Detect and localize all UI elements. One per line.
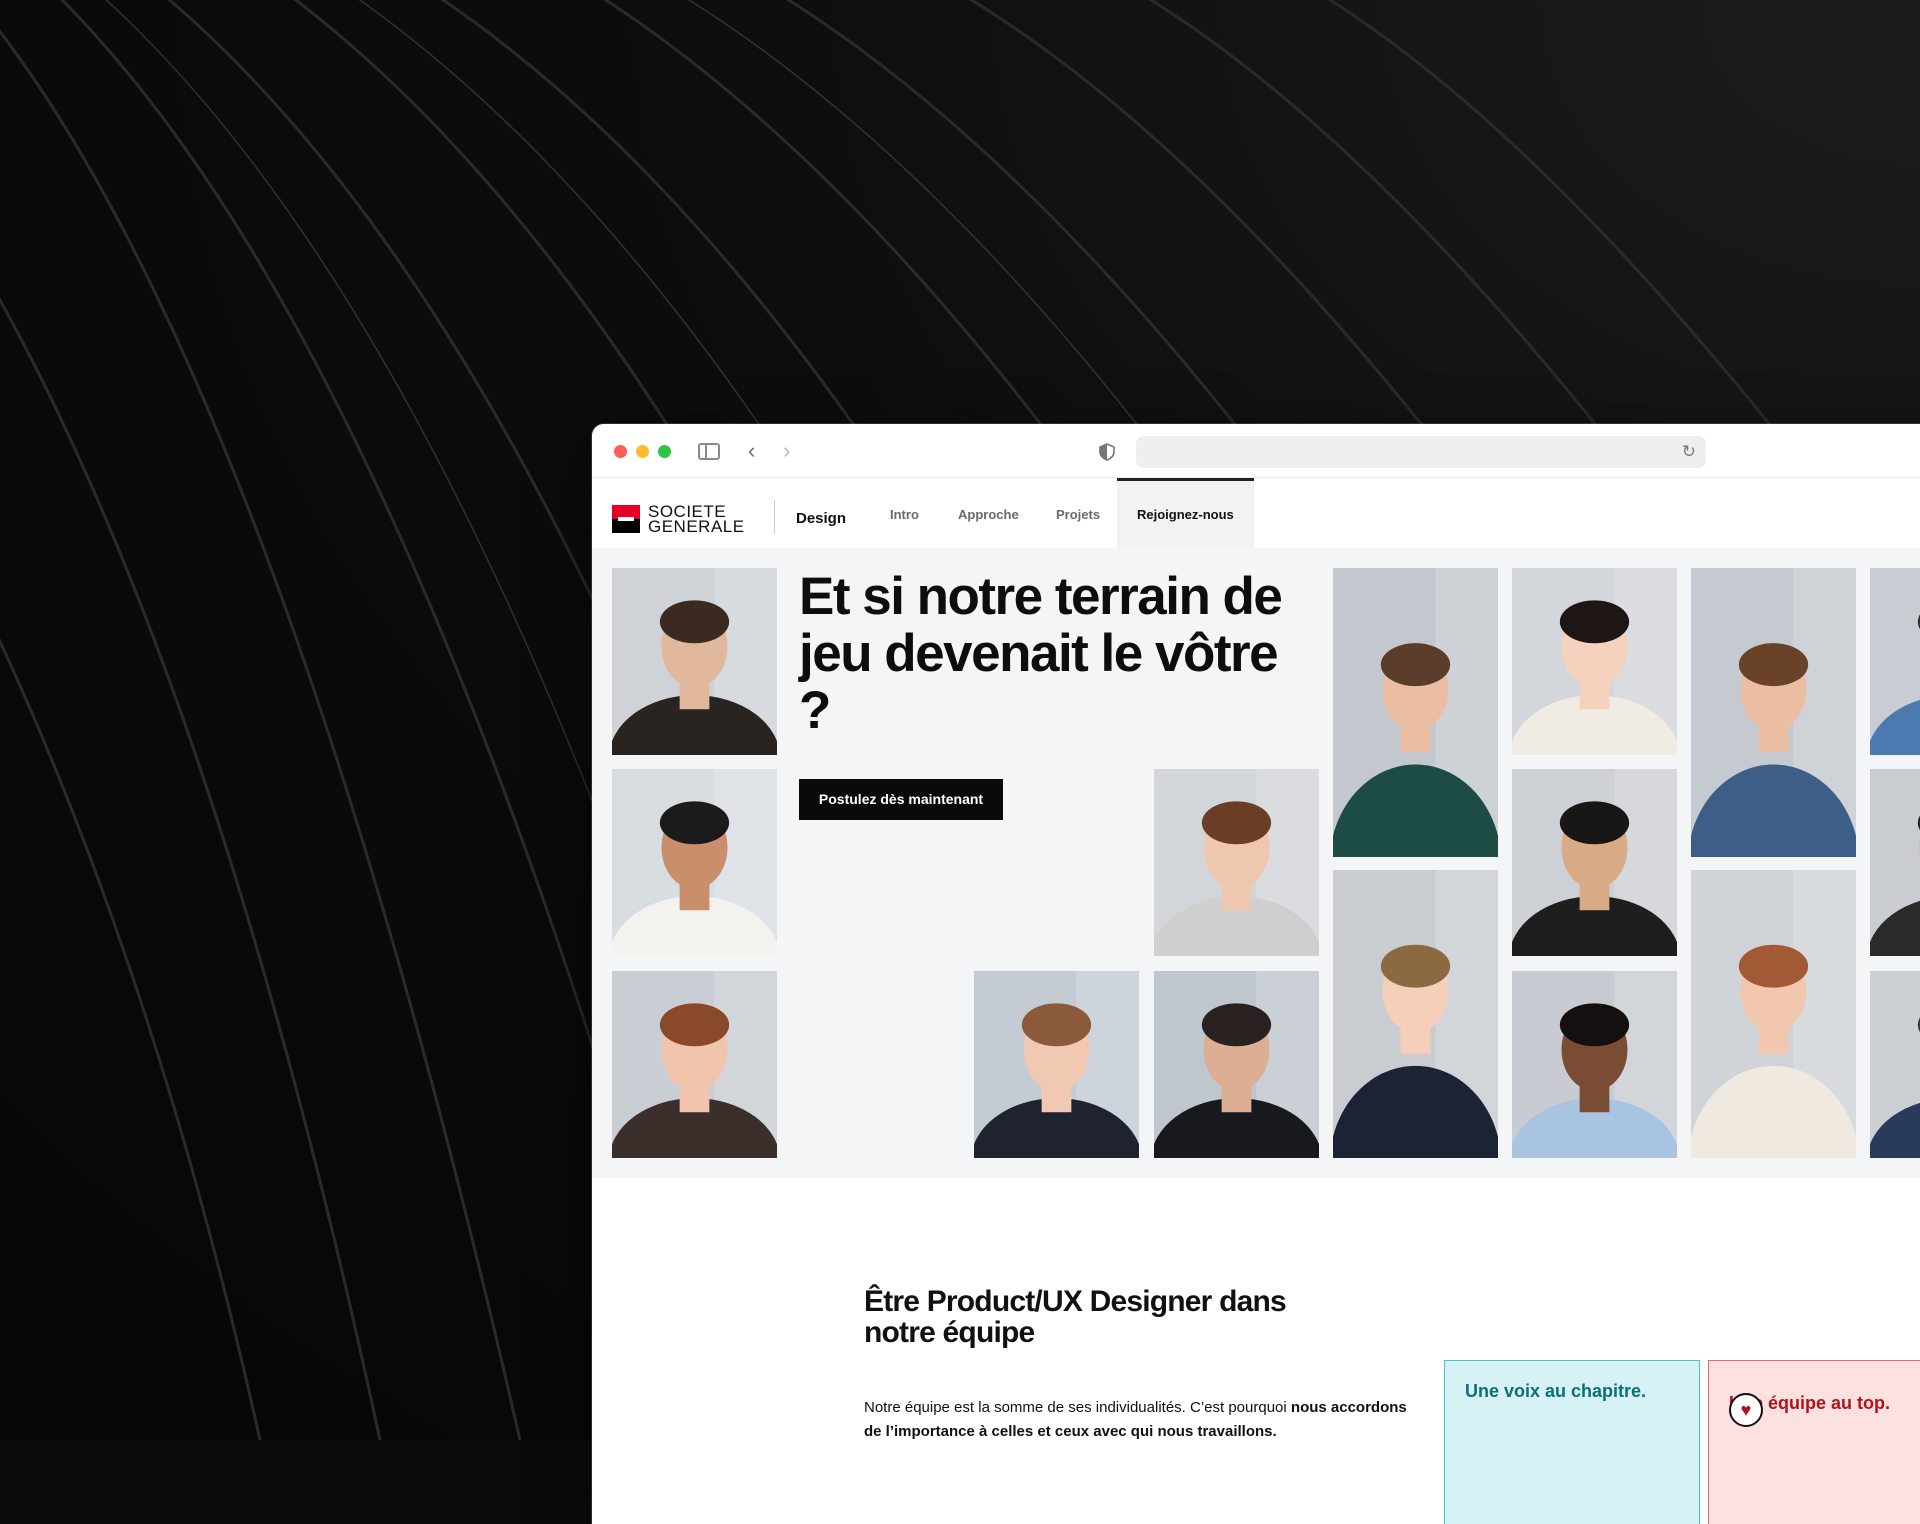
team-member-photo <box>1154 769 1319 956</box>
back-icon[interactable]: ‹ <box>748 438 755 464</box>
team-member-photo <box>612 769 777 956</box>
brand-design-label[interactable]: Design <box>796 510 846 527</box>
team-member-photo <box>1512 971 1677 1158</box>
apply-now-button[interactable]: Postulez dès maintenant <box>799 779 1003 820</box>
card-voice-title: Une voix au chapitre. <box>1465 1381 1646 1402</box>
nav-item-approche[interactable]: Approche <box>958 478 1019 548</box>
team-member-photo <box>1691 568 1856 857</box>
forward-icon[interactable]: › <box>783 438 790 464</box>
logo-text: SOCIETE GENERALE <box>648 504 745 534</box>
logo-mark-icon <box>612 505 640 533</box>
nav-item-projets[interactable]: Projets <box>1056 478 1100 548</box>
logo-divider <box>774 500 775 534</box>
team-member-photo <box>1154 971 1319 1158</box>
address-bar[interactable]: ↻ <box>1136 436 1706 468</box>
reload-icon[interactable]: ↻ <box>1682 442 1696 462</box>
close-button[interactable] <box>614 445 627 458</box>
card-team[interactable]: Une équipe au top. ♥ <box>1708 1360 1920 1524</box>
hero-headline: Et si notre terrain de jeu devenait le v… <box>799 568 1319 739</box>
section-body-text: Notre équipe est la somme de ses individ… <box>864 1399 1291 1416</box>
designer-section: Être Product/UX Designer dans notre équi… <box>592 1178 1920 1524</box>
team-member-photo <box>612 568 777 755</box>
team-member-photo <box>1691 870 1856 1158</box>
team-member-photo <box>1870 769 1920 956</box>
browser-toolbar: ‹ › ↻ <box>592 424 1920 478</box>
team-member-photo <box>1512 568 1677 755</box>
team-member-photo <box>1870 568 1920 755</box>
browser-window: ‹ › ↻ SOCIETE GENERALE Design Intro Appr… <box>592 424 1920 1524</box>
shield-icon[interactable] <box>1099 443 1115 461</box>
section-title: Être Product/UX Designer dans notre équi… <box>864 1286 1364 1348</box>
minimize-button[interactable] <box>636 445 649 458</box>
hero-section: Et si notre terrain de jeu devenait le v… <box>592 548 1920 1178</box>
team-member-photo <box>1333 568 1498 857</box>
nav-item-intro[interactable]: Intro <box>890 478 919 548</box>
team-member-photo <box>612 971 777 1158</box>
societe-generale-logo[interactable]: SOCIETE GENERALE <box>612 504 745 534</box>
section-body: Notre équipe est la somme de ses individ… <box>864 1396 1424 1444</box>
site-nav: SOCIETE GENERALE Design Intro Approche P… <box>592 478 1920 548</box>
zoom-button[interactable] <box>658 445 671 458</box>
card-voice[interactable]: Une voix au chapitre. <box>1444 1360 1700 1524</box>
team-member-photo <box>1512 769 1677 956</box>
team-member-photo <box>974 971 1139 1158</box>
team-member-photo <box>1870 971 1920 1158</box>
nav-item-rejoignez-nous[interactable]: Rejoignez-nous <box>1117 478 1254 548</box>
sidebar-icon[interactable] <box>698 443 720 460</box>
heart-icon: ♥ <box>1729 1393 1763 1427</box>
team-member-photo <box>1333 870 1498 1158</box>
